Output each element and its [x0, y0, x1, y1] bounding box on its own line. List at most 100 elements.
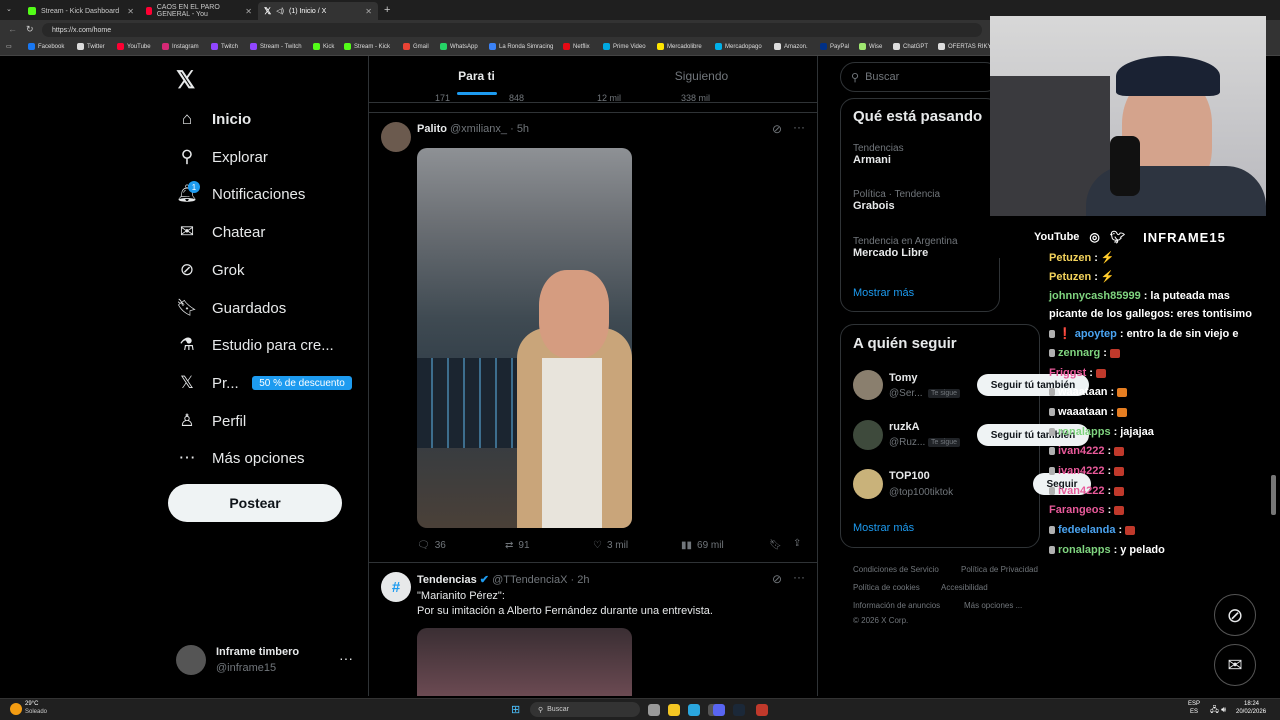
bookmark-whatsapp[interactable]: WhatsApp [440, 43, 478, 50]
tweet-handle[interactable]: @TTendenciaX [492, 574, 567, 586]
nav-item-guardados[interactable]: 🔖︎ Guardados [176, 295, 286, 321]
bookmark-ofertas[interactable]: OFERTAS RIKY S [938, 43, 997, 50]
footer-link[interactable]: Más opciones ... [964, 601, 1022, 610]
scrollbar-thumb[interactable] [1271, 475, 1276, 515]
discord-icon[interactable] [713, 704, 725, 716]
follow-avatar[interactable] [853, 370, 883, 400]
bookmark-kick[interactable]: Kick [313, 43, 334, 50]
tweet-media[interactable] [417, 628, 632, 696]
file-explorer-icon[interactable] [668, 704, 680, 716]
nav-item-grok[interactable]: ⊘ Grok [176, 257, 245, 283]
close-tab-icon[interactable]: ✕ [365, 7, 372, 16]
reply-button[interactable]: 🗨︎ 36 [417, 540, 446, 551]
show-more-trends-link[interactable]: Mostrar más [853, 287, 914, 299]
messages-float-icon[interactable]: ✉ [1214, 644, 1256, 686]
nav-item-inicio[interactable]: ⌂ Inicio [176, 106, 251, 132]
bookmark-amazon[interactable]: Amazon. [774, 43, 808, 50]
bookmark-facebook[interactable]: Facebook [28, 43, 64, 50]
more-icon[interactable]: ··· [793, 120, 805, 134]
show-more-follow-link[interactable]: Mostrar más [853, 522, 914, 534]
bookmark-tweet-icon[interactable]: 🔖︎ [769, 540, 782, 551]
footer-link[interactable]: Condiciones de Servicio [853, 565, 939, 574]
nav-item-estudio[interactable]: ⚗ Estudio para cre... [176, 332, 333, 358]
bookmark-stream-kick[interactable]: Stream - Kick [344, 43, 390, 50]
tweet-video[interactable] [417, 148, 632, 528]
trend-item[interactable]: Tendencias Armani [853, 143, 904, 166]
x-logo-icon[interactable]: 𝕏 [176, 66, 195, 95]
post-button[interactable]: Postear [168, 484, 342, 522]
nav-item-mas-opciones[interactable]: ⋯ Más opciones [176, 445, 305, 471]
trend-item[interactable]: Tendencia en Argentina Mercado Libre [853, 236, 958, 259]
steam-icon[interactable] [733, 704, 745, 716]
tweet-time[interactable]: · 2h [571, 574, 590, 586]
url-input[interactable]: https://x.com/home [42, 23, 982, 37]
nav-item-explorar[interactable]: ⚲ Explorar [176, 144, 268, 170]
back-icon[interactable]: ← [8, 24, 17, 34]
bookmark-youtube[interactable]: YouTube [117, 43, 151, 50]
bookmark-wise[interactable]: Wise [859, 43, 882, 50]
bookmark-mercadolibre[interactable]: Mercadolibre [657, 43, 702, 50]
grok-icon[interactable]: ⊘ [772, 122, 782, 136]
nav-item-chatear[interactable]: ✉ Chatear [176, 219, 266, 245]
nav-item-notificaciones[interactable]: 🔔︎ 1 Notificaciones [176, 181, 305, 207]
clock-time[interactable]: 18:24 [1244, 701, 1259, 707]
weather-icon[interactable] [10, 703, 22, 715]
hashtag-avatar-icon[interactable]: # [381, 572, 411, 602]
bookmark-twitch[interactable]: Twitch [211, 43, 238, 50]
footer-link[interactable]: Accesibilidad [941, 583, 988, 592]
nav-item-perfil[interactable]: ♙ Perfil [176, 408, 246, 434]
keyboard-layout[interactable]: ES [1190, 709, 1198, 715]
tab-list-icon[interactable]: ⌄ [6, 5, 12, 13]
tweet-avatar[interactable] [381, 122, 411, 152]
account-avatar[interactable] [176, 645, 206, 675]
browser-tab-x[interactable]: 𝕏 ◁) (1) Inicio / X ✕ [258, 2, 378, 20]
bookmark-netflix[interactable]: Netflix [563, 43, 590, 50]
bookmark-gmail[interactable]: Gmail [403, 43, 429, 50]
close-tab-icon[interactable]: ✕ [245, 7, 252, 16]
account-menu-icon[interactable]: ··· [339, 650, 353, 666]
bookmark-paypal[interactable]: PayPal [820, 43, 849, 50]
tab-para-ti[interactable]: Para ti [369, 56, 584, 96]
task-view-icon[interactable] [648, 704, 660, 716]
tab-siguiendo[interactable]: Siguiendo [589, 56, 814, 96]
more-icon[interactable]: ··· [793, 570, 805, 584]
bookmark-instagram[interactable]: Instagram [162, 43, 199, 50]
bookmark-prime-video[interactable]: Prime Video [603, 43, 646, 50]
clock-date[interactable]: 20/02/2026 [1236, 709, 1266, 715]
tweet-time[interactable]: · 5h [510, 123, 529, 135]
taskbar-search[interactable]: ⚲ Buscar [530, 702, 640, 717]
footer-link[interactable]: Política de cookies [853, 583, 920, 592]
like-button[interactable]: ♡ 3 mil [593, 540, 628, 551]
nav-item-premium[interactable]: 𝕏 Pr... [176, 370, 239, 396]
bookmark-twitter[interactable]: Twitter [77, 43, 105, 50]
windows-start-icon[interactable]: ⊞ [511, 703, 520, 716]
grok-icon[interactable]: ⊘ [772, 572, 782, 586]
trend-item[interactable]: Política · Tendencia Grabois [853, 189, 940, 212]
tweet-author-name[interactable]: Tendencias [417, 574, 477, 586]
follow-avatar[interactable] [853, 420, 883, 450]
follow-name[interactable]: Tomy [889, 372, 918, 384]
share-icon[interactable]: ⇪ [793, 538, 801, 549]
grok-float-icon[interactable]: ⊘ [1214, 594, 1256, 636]
bookmark-mercadopago[interactable]: Mercadopago [715, 43, 762, 50]
follow-avatar[interactable] [853, 469, 883, 499]
app-icon[interactable] [756, 704, 768, 716]
follow-name[interactable]: ruzkA [889, 421, 920, 433]
tweet-author-name[interactable]: Palito [417, 123, 447, 135]
footer-link[interactable]: Información de anuncios [853, 601, 940, 610]
bookmark-la-ronda[interactable]: La Ronda Simracing [489, 43, 553, 50]
search-input[interactable]: ⚲ Buscar [840, 62, 1000, 92]
bookmark-stream-twitch[interactable]: Stream - Twitch [250, 43, 302, 50]
edge-icon[interactable] [688, 704, 700, 716]
language-indicator[interactable]: ESP [1188, 701, 1200, 707]
system-tray-icons[interactable]: 🖧 🔊︎ [1210, 704, 1226, 718]
views-button[interactable]: ▮▮ 69 mil [681, 540, 724, 551]
browser-tab-kick[interactable]: Stream - Kick Dashboard ✕ [22, 2, 140, 20]
retweet-button[interactable]: ⇄ 91 [505, 540, 530, 551]
new-tab-icon[interactable]: + [384, 4, 390, 16]
browser-tab-youtube[interactable]: CAOS EN EL PARO GENERAL - You ✕ [140, 2, 258, 20]
reload-icon[interactable]: ↻ [26, 24, 34, 35]
footer-link[interactable]: Política de Privacidad [961, 565, 1038, 574]
tweet-handle[interactable]: @xmilianx_ [450, 123, 507, 135]
follow-name[interactable]: TOP100 [889, 470, 930, 482]
